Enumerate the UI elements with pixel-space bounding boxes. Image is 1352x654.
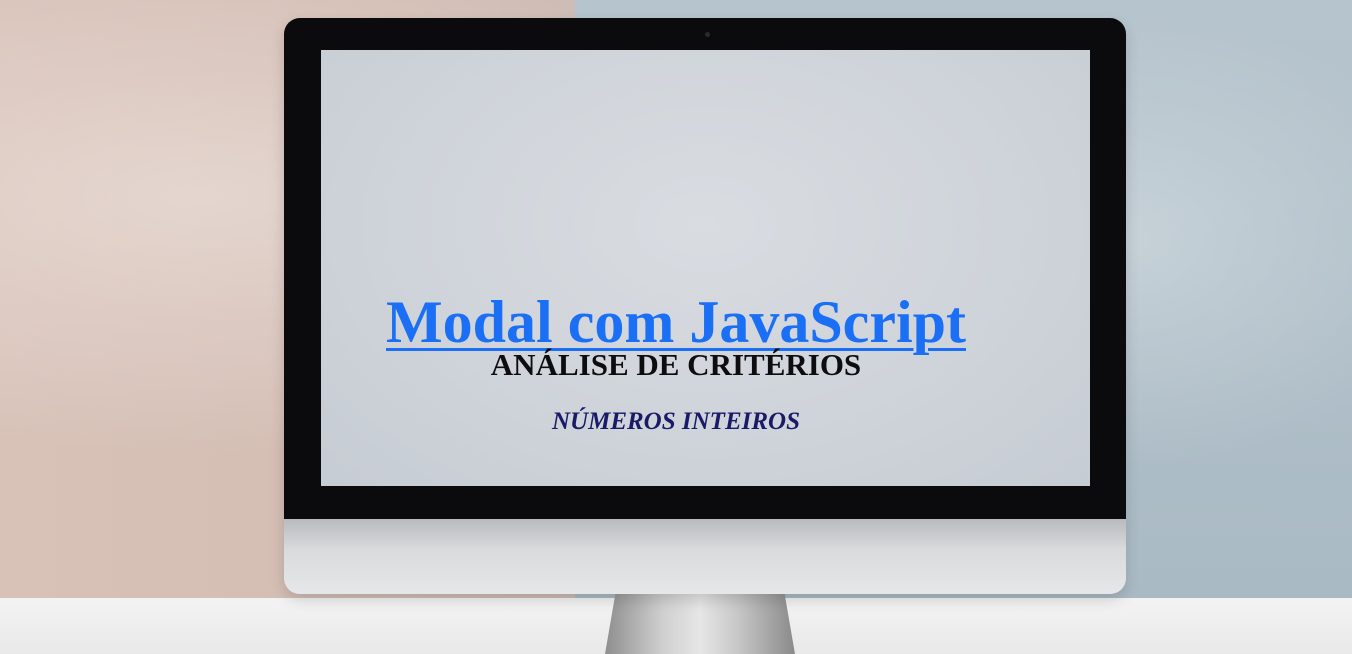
modal-title-link[interactable]: Modal com JavaScript	[386, 289, 966, 355]
monitor-stand	[605, 588, 795, 654]
page-title: Modal com JavaScript	[0, 292, 1352, 352]
page-tagline: NÚMEROS INTEIROS	[552, 408, 800, 435]
monitor-chin	[284, 519, 1126, 594]
camera-dot	[705, 32, 710, 37]
page-subtitle: ANÁLISE DE CRITÉRIOS	[490, 347, 862, 382]
